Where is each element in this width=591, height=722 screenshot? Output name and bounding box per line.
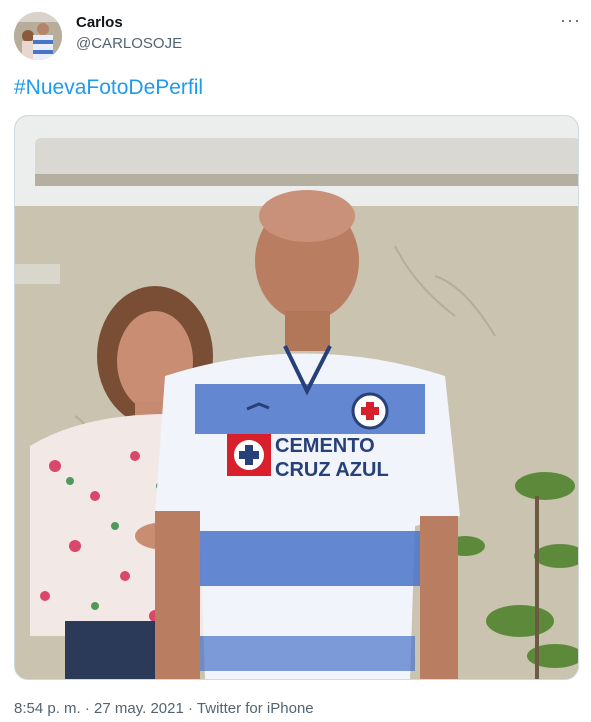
jersey-text-line1: CEMENTO: [275, 435, 375, 457]
author-avatar[interactable]: [14, 12, 62, 60]
avatar-image: [14, 12, 62, 60]
jersey-text-line2: CRUZ AZUL: [275, 459, 389, 481]
tweet-date[interactable]: 27 may. 2021: [94, 700, 184, 717]
tweet-source[interactable]: Twitter for iPhone: [197, 700, 314, 717]
more-options-icon[interactable]: ···: [560, 10, 581, 31]
tweet-photo[interactable]: CEMENTO CRUZ AZUL: [14, 115, 579, 680]
photo-image: CEMENTO CRUZ AZUL: [15, 116, 578, 679]
author-handle[interactable]: @CARLOSOJE: [76, 35, 182, 52]
hashtag-link[interactable]: #NuevaFotoDePerfil: [14, 76, 203, 100]
author-name[interactable]: Carlos: [76, 14, 123, 31]
meta-separator: ·: [84, 700, 90, 717]
meta-separator: ·: [188, 700, 193, 717]
tweet-time[interactable]: 8:54 p. m.: [14, 700, 81, 717]
tweet-metadata: 8:54 p. m. · 27 may. 2021 · Twitter for …: [14, 700, 314, 717]
